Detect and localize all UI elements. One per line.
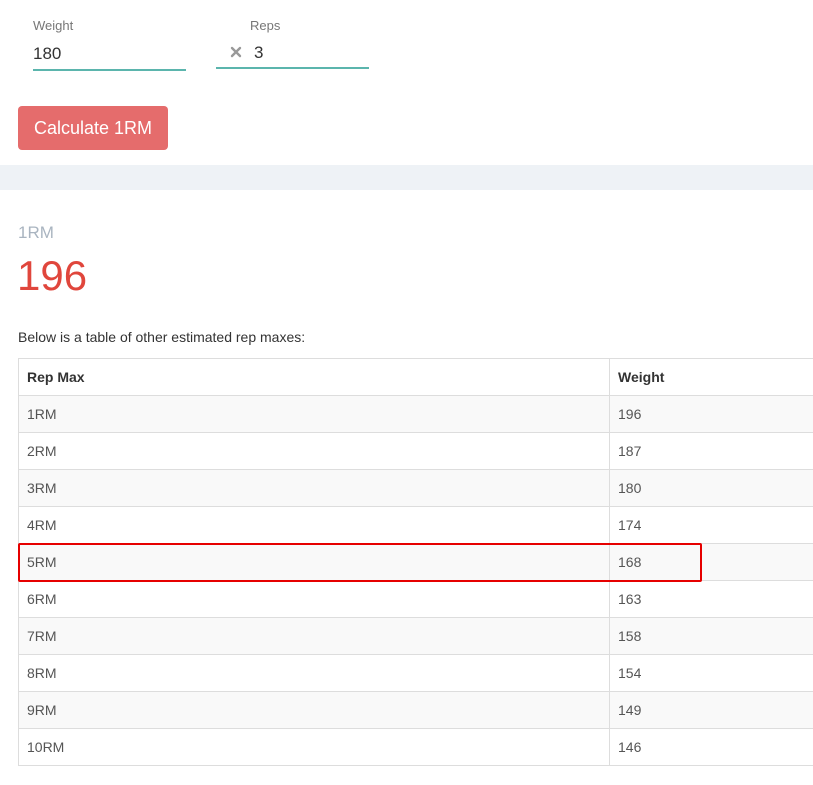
rep-max-cell: 4RM — [18, 506, 610, 544]
table-row: 2RM 187 — [18, 432, 813, 470]
weight-cell: 174 — [609, 506, 813, 544]
rep-max-cell: 1RM — [18, 395, 610, 433]
rep-max-table: Rep Max Weight 1RM 196 2RM 187 3RM 180 4RM 1… — [18, 358, 813, 766]
rep-max-cell: 9RM — [18, 691, 610, 729]
result-label: 1RM — [18, 223, 54, 242]
rep-max-cell: 2RM — [18, 432, 610, 470]
weight-cell: 163 — [609, 580, 813, 618]
table-caption: Below is a table of other estimated rep … — [18, 329, 306, 345]
table-row: 10RM 146 — [18, 728, 813, 766]
rep-max-cell: 5RM — [18, 543, 610, 581]
rep-max-header: Rep Max — [18, 358, 610, 396]
rep-max-cell: 7RM — [18, 617, 610, 655]
table-row: 1RM 196 — [18, 395, 813, 433]
calculate-1rm-button[interactable]: Calculate 1RM — [18, 106, 168, 150]
weight-cell: 149 — [609, 691, 813, 729]
rep-max-cell: 10RM — [18, 728, 610, 766]
table-row: 7RM 158 — [18, 617, 813, 655]
weight-cell: 180 — [609, 469, 813, 507]
table-row: 9RM 149 — [18, 691, 813, 729]
table-row: 8RM 154 — [18, 654, 813, 692]
weight-header: Weight — [609, 358, 813, 396]
reps-input[interactable] — [216, 38, 369, 69]
table-row-highlighted: 5RM 168 — [18, 543, 813, 581]
weight-cell: 196 — [609, 395, 813, 433]
weight-label: Weight — [33, 18, 74, 33]
weight-cell: 146 — [609, 728, 813, 766]
result-value: 196 — [17, 252, 88, 299]
weight-cell: 158 — [609, 617, 813, 655]
section-divider — [0, 165, 813, 190]
weight-cell: 168 — [609, 543, 813, 581]
rep-max-cell: 6RM — [18, 580, 610, 618]
weight-cell: 187 — [609, 432, 813, 470]
table-row: 4RM 174 — [18, 506, 813, 544]
weight-input[interactable] — [33, 38, 186, 71]
weight-cell: 154 — [609, 654, 813, 692]
rep-max-cell: 8RM — [18, 654, 610, 692]
table-row: 6RM 163 — [18, 580, 813, 618]
table-row: 3RM 180 — [18, 469, 813, 507]
reps-label: Reps — [250, 18, 281, 33]
table-header-row: Rep Max Weight — [18, 358, 813, 396]
rep-max-cell: 3RM — [18, 469, 610, 507]
